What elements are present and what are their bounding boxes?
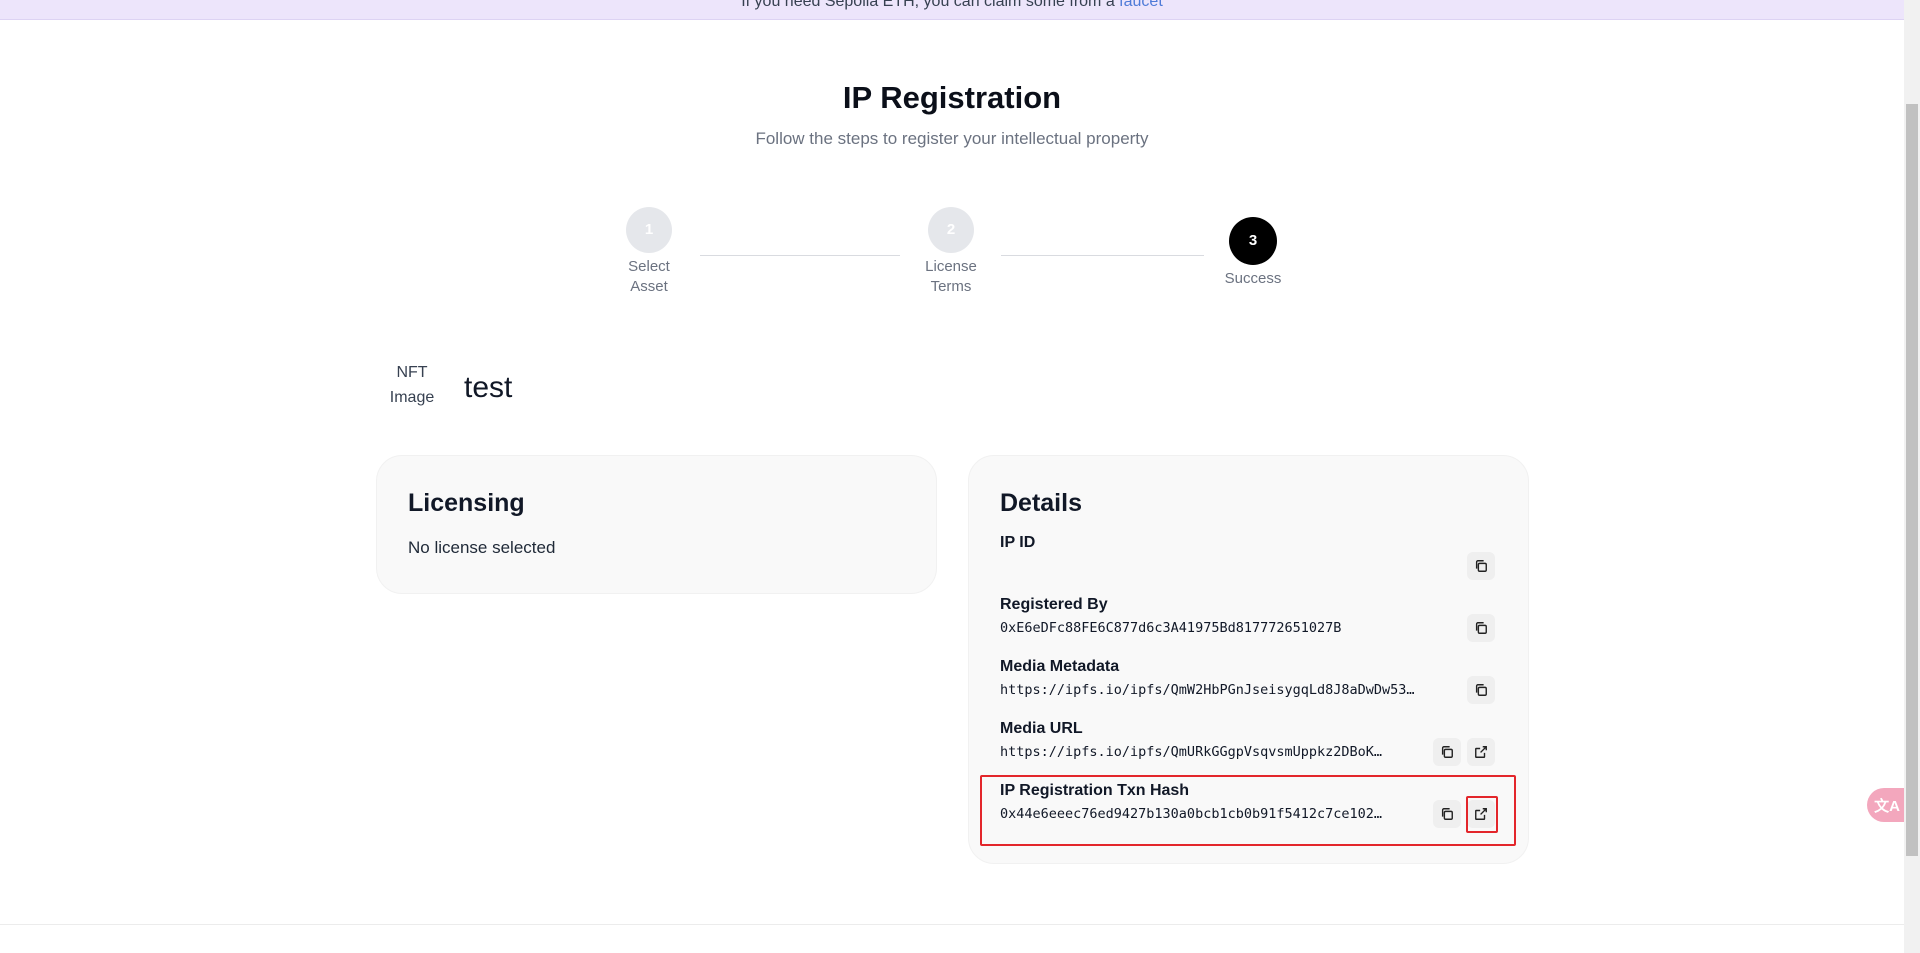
media-metadata-label: Media Metadata — [1000, 658, 1120, 675]
open-media-url-button[interactable] — [1467, 738, 1495, 766]
sepolia-banner: If you need Sepolia ETH, you can claim s… — [0, 0, 1904, 20]
registered-by-label: Registered By — [1000, 596, 1108, 613]
copy-icon — [1475, 622, 1487, 634]
copy-icon — [1441, 746, 1453, 758]
scrollbar-thumb[interactable] — [1906, 104, 1918, 856]
licensing-title: Licensing — [408, 489, 525, 517]
media-metadata-value: https://ipfs.io/ipfs/QmW2HbPGnJseisygqLd… — [1000, 682, 1415, 698]
faucet-link[interactable]: faucet — [1119, 0, 1163, 10]
open-txn-hash-button[interactable] — [1467, 800, 1495, 828]
nft-name: test — [464, 371, 513, 404]
copy-media-url-button[interactable] — [1433, 738, 1461, 766]
external-link-icon — [1475, 746, 1487, 758]
copy-txn-hash-button[interactable] — [1433, 800, 1461, 828]
translate-icon: 文A — [1874, 797, 1900, 815]
step-2-label: License Terms — [925, 258, 977, 295]
translate-button[interactable]: 文A — [1867, 788, 1907, 822]
step-success: 3 Success — [1203, 217, 1303, 289]
registered-by-value: 0xE6eDFc88FE6C877d6c3A41975Bd81777265102… — [1000, 620, 1342, 636]
external-link-icon — [1475, 808, 1487, 820]
nft-image: NFT Image — [389, 364, 435, 406]
copy-registered-by-button[interactable] — [1467, 614, 1495, 642]
details-card: Details IP ID Registered By 0xE6eDFc88FE… — [968, 455, 1529, 864]
copy-media-metadata-button[interactable] — [1467, 676, 1495, 704]
step-2-circle: 2 — [928, 207, 974, 253]
step-3-label: Success — [1224, 270, 1282, 287]
copy-icon — [1441, 808, 1453, 820]
txn-hash-value: 0x44e6eeec76ed9427b130a0bcb1cb0b91f5412c… — [1000, 806, 1383, 822]
step-1-label: Select Asset — [628, 258, 670, 295]
licensing-card: Licensing No license selected — [376, 455, 937, 594]
page-subtitle: Follow the steps to register your intell… — [755, 129, 1149, 148]
step-connector-2 — [1001, 255, 1204, 256]
step-connector-1 — [700, 255, 900, 256]
footer-divider — [0, 924, 1904, 925]
banner-text: If you need Sepolia ETH, you can claim s… — [741, 0, 1120, 10]
page-title: IP Registration — [842, 80, 1062, 115]
media-url-value: https://ipfs.io/ipfs/QmURkGGgpVsqvsmUppk… — [1000, 744, 1383, 760]
ip-id-label: IP ID — [1000, 534, 1036, 551]
txn-hash-label: IP Registration Txn Hash — [1000, 782, 1190, 799]
step-license-terms: 2 License Terms — [901, 207, 1001, 297]
details-title: Details — [1000, 489, 1082, 517]
step-select-asset: 1 Select Asset — [599, 207, 699, 297]
step-3-circle: 3 — [1229, 217, 1277, 265]
copy-icon — [1475, 684, 1487, 696]
step-1-circle: 1 — [626, 207, 672, 253]
licensing-text: No license selected — [408, 538, 556, 557]
media-url-label: Media URL — [1000, 720, 1083, 737]
copy-ip-id-button[interactable] — [1467, 552, 1495, 580]
copy-icon — [1475, 560, 1487, 572]
